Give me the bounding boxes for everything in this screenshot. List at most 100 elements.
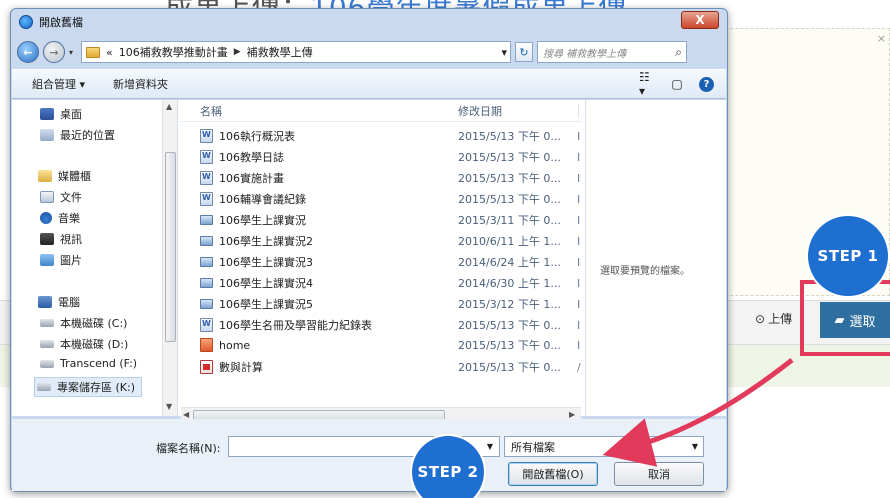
upload-icon: ⊙ [755, 311, 766, 326]
word-doc-icon [200, 192, 213, 206]
word-doc-icon [200, 150, 213, 164]
presentation-icon [200, 278, 213, 288]
chevron-down-icon: ▼ [691, 442, 698, 451]
column-header-date[interactable]: 修改日期 [458, 103, 502, 119]
file-row[interactable]: 106輔導會議紀錄2015/5/13 下午 0...I [200, 191, 580, 207]
drive-icon [40, 340, 54, 348]
presentation-icon [200, 215, 213, 225]
scroll-down-icon[interactable]: ▼ [166, 402, 172, 411]
folder-open-icon: ▰ [834, 312, 845, 328]
dialog-title: 開啟舊檔 [39, 16, 83, 29]
recent-locations-dropdown[interactable]: ▾ [69, 48, 77, 57]
refresh-button[interactable]: ↻ [515, 42, 533, 62]
open-button[interactable]: 開啟舊檔(O) [508, 462, 598, 486]
scroll-left-icon[interactable]: ◀ [183, 410, 189, 419]
file-list-header: 名稱 修改日期 [180, 100, 582, 122]
breadcrumb-item[interactable]: 補救教學上傳 [247, 44, 313, 60]
file-row[interactable]: 106學生上課實況4 2014/6/30 上午 1... I [200, 275, 580, 291]
open-file-dialog: 開啟舊檔 X ← → ▾ « 106補救教學推動計畫 ▶ 補救教學上傳 ▾ ↻ … [10, 8, 728, 492]
help-icon[interactable]: ? [699, 76, 714, 92]
preview-placeholder: 選取要預覽的檔案。 [600, 266, 690, 277]
file-type-select[interactable]: 所有檔案 ▼ [504, 436, 704, 457]
file-list-pane: 名稱 修改日期 106執行概況表2015/5/13 下午 0...I 106教學… [180, 100, 582, 416]
word-doc-icon [200, 171, 213, 185]
file-row[interactable]: 106學生上課實況 2015/3/11 下午 0... I [200, 212, 580, 228]
folder-icon [86, 46, 100, 58]
file-row[interactable]: 106學生名冊及學習能力紀錄表2015/5/13 下午 0...I [200, 317, 580, 333]
preview-pane: 選取要預覽的檔案。 [585, 100, 726, 416]
music-icon [40, 212, 52, 224]
documents-icon [40, 191, 54, 203]
search-icon[interactable]: ⌕ [675, 45, 682, 60]
nav-item-library[interactable]: 媒體櫃 [38, 168, 91, 184]
file-row[interactable]: 106學生上課實況2 2010/6/11 上午 1... I [200, 233, 580, 249]
filename-label: 檔案名稱(N): [156, 442, 221, 455]
select-file-button[interactable]: ▰ 選取 [820, 302, 890, 338]
back-button[interactable]: ← [17, 41, 39, 63]
step1-badge: STEP 1 [808, 216, 888, 296]
file-row[interactable]: 106學生上課實況3 2014/6/24 上午 1... I [200, 254, 580, 270]
pdf-file-icon [200, 360, 213, 374]
address-row: ← → ▾ « 106補救教學推動計畫 ▶ 補救教學上傳 ▾ ↻ 搜尋 補救教學… [17, 39, 721, 65]
nav-item-drive-c[interactable]: 本機磁碟 (C:) [40, 315, 127, 331]
nav-item-music[interactable]: 音樂 [40, 210, 80, 226]
file-row[interactable]: 106執行概況表2015/5/13 下午 0...I [200, 128, 580, 144]
nav-pane-scrollbar[interactable]: ▲ ▼ [162, 100, 177, 416]
dialog-close-button[interactable]: X [681, 11, 719, 29]
desktop-icon [40, 108, 54, 120]
library-icon [38, 170, 52, 182]
nav-item-drive-d[interactable]: 本機磁碟 (D:) [40, 336, 128, 352]
pictures-icon [40, 254, 54, 266]
column-header-name[interactable]: 名稱 [200, 103, 222, 119]
back-arrow-icon: ← [23, 45, 33, 59]
file-row[interactable]: 106實施計畫2015/5/13 下午 0...I [200, 170, 580, 186]
dialog-titlebar[interactable]: 開啟舊檔 X [11, 9, 727, 35]
presentation-icon [200, 236, 213, 246]
dialog-footer: 檔案名稱(N): ▼ 所有檔案 ▼ 開啟舊檔(O) 取消 [12, 419, 726, 491]
breadcrumb-item[interactable]: 106補救教學推動計畫 [119, 44, 228, 60]
nav-item-documents[interactable]: 文件 [40, 189, 82, 205]
address-dropdown-icon[interactable]: ▾ [501, 46, 507, 59]
video-icon [40, 233, 54, 245]
presentation-icon [200, 257, 213, 267]
view-options-icon[interactable]: ☷ ▾ [639, 70, 655, 98]
step2-badge: STEP 2 [412, 436, 484, 498]
search-input[interactable]: 搜尋 補救教學上傳 ⌕ [537, 41, 687, 63]
upload-button[interactable]: ⊙ 上傳 [755, 310, 792, 327]
file-row[interactable]: home 2015/5/13 下午 0... I [200, 338, 580, 352]
word-doc-icon [200, 318, 213, 332]
forward-button[interactable]: → [43, 41, 65, 63]
dialog-toolbar: 組合管理 ▾ 新增資料夾 ☷ ▾ ▢ ? [12, 69, 726, 99]
breadcrumb-overflow[interactable]: « [106, 46, 113, 59]
word-doc-icon [200, 129, 213, 143]
panel-close-icon[interactable]: × [877, 32, 886, 45]
nav-item-pictures[interactable]: 圖片 [40, 252, 82, 268]
nav-item-recent[interactable]: 最近的位置 [40, 127, 115, 143]
breadcrumb-separator[interactable]: ▶ [234, 47, 241, 57]
navigation-pane: 桌面 最近的位置 媒體櫃 文件 音樂 視訊 圖片 電腦 本機磁碟 (C:) 本機… [12, 100, 178, 416]
nav-item-drive-k[interactable]: 專案儲存區 (K:) [34, 377, 142, 397]
recent-places-icon [40, 129, 54, 141]
cancel-button[interactable]: 取消 [614, 462, 704, 486]
drive-icon [40, 359, 54, 368]
drive-icon [40, 319, 54, 327]
organize-menu[interactable]: 組合管理 ▾ [32, 76, 85, 92]
drive-icon [37, 383, 51, 391]
nav-item-computer[interactable]: 電腦 [38, 294, 80, 310]
preview-pane-icon[interactable]: ▢ [669, 77, 685, 91]
nav-item-video[interactable]: 視訊 [40, 231, 82, 247]
filename-dropdown-icon[interactable]: ▼ [480, 436, 500, 457]
address-bar[interactable]: « 106補救教學推動計畫 ▶ 補救教學上傳 ▾ [81, 41, 511, 63]
file-row[interactable]: 106教學日誌2015/5/13 下午 0...I [200, 149, 580, 165]
file-row[interactable]: 106學生上課實況5 2015/3/12 下午 1... I [200, 296, 580, 312]
new-folder-button[interactable]: 新增資料夾 [113, 76, 168, 92]
column-divider[interactable] [578, 104, 579, 118]
scrollbar-thumb[interactable] [165, 152, 176, 342]
nav-item-desktop[interactable]: 桌面 [40, 106, 82, 122]
file-row[interactable]: 數與計算 2015/5/13 下午 0... / [200, 359, 581, 375]
browser-app-icon [19, 15, 33, 29]
nav-item-drive-f[interactable]: Transcend (F:) [40, 357, 137, 370]
scroll-right-icon[interactable]: ▶ [569, 410, 575, 419]
scroll-up-icon[interactable]: ▲ [166, 102, 172, 111]
forward-arrow-icon: → [49, 45, 59, 59]
